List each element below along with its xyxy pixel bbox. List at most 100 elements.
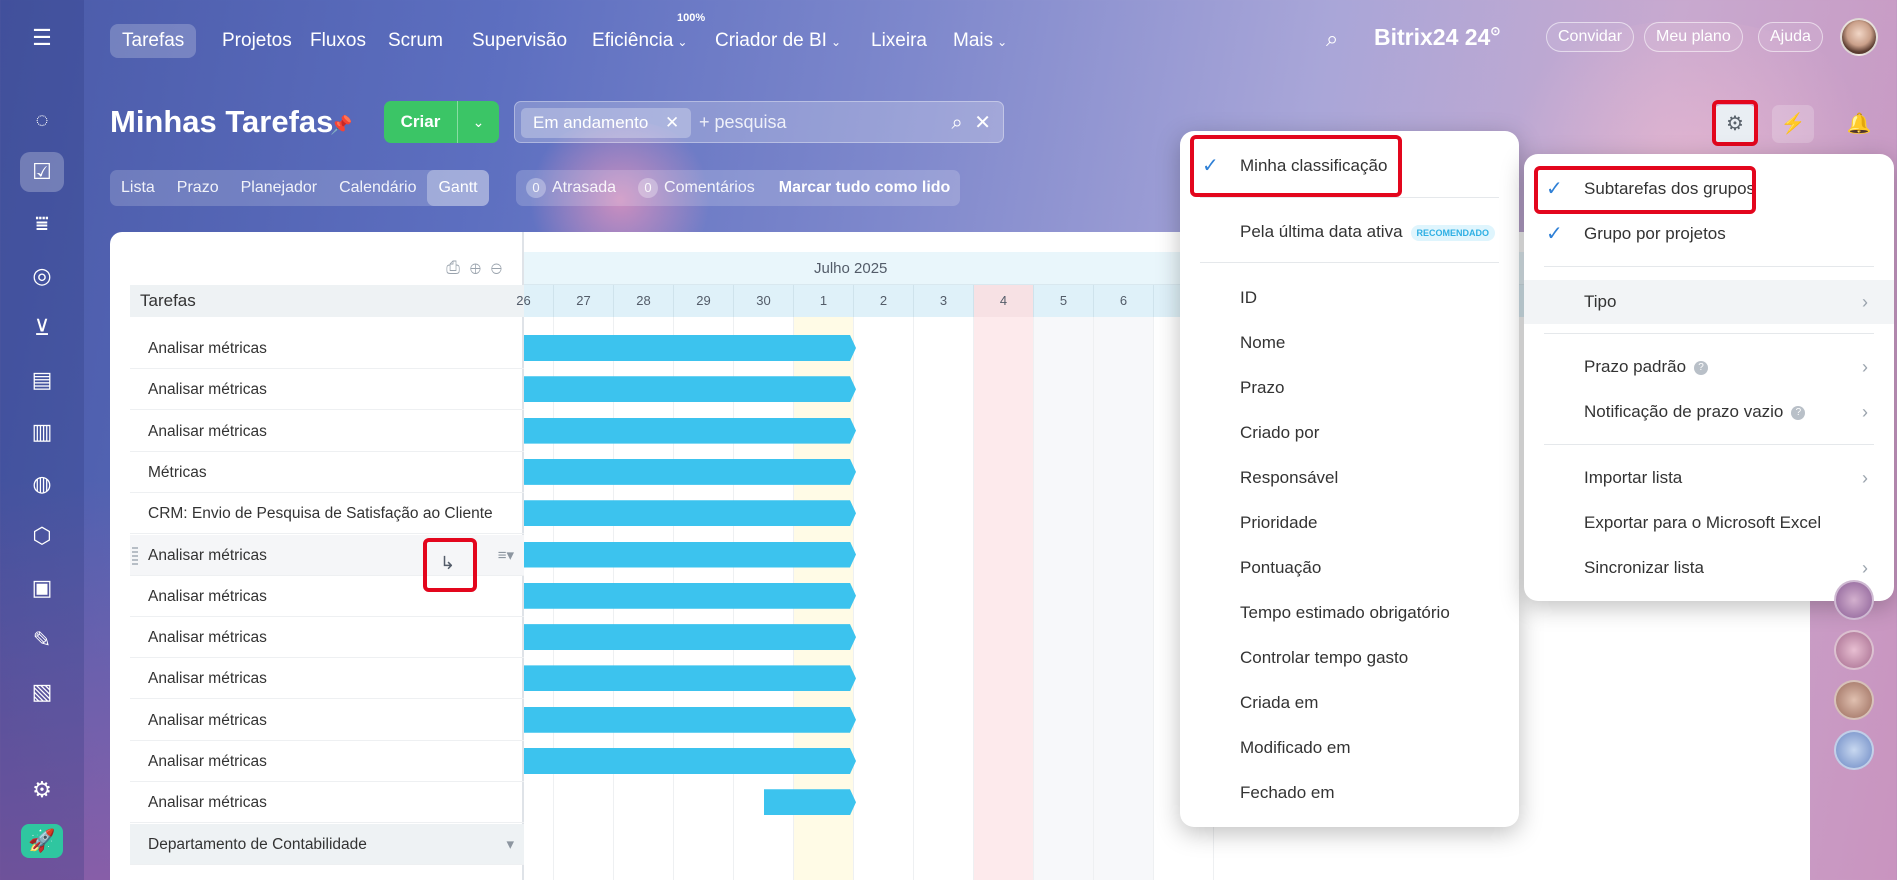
sort-option[interactable]: ID: [1180, 278, 1519, 318]
settings-option[interactable]: ✓ Grupo por projetos: [1524, 214, 1894, 254]
sort-option-label[interactable]: Tempo estimado obrigatório: [1240, 603, 1450, 622]
sort-option-label[interactable]: Criada em: [1240, 693, 1318, 712]
plan-button[interactable]: Meu plano: [1644, 22, 1743, 52]
settings-option[interactable]: Tipo ›: [1524, 280, 1894, 324]
task-label[interactable]: Métricas: [148, 464, 207, 481]
nav-eficiencia[interactable]: Eficiência ⌄: [580, 24, 699, 58]
create-label[interactable]: Criar: [384, 101, 458, 143]
pin-icon[interactable]: 📌: [330, 115, 352, 136]
filter-chip[interactable]: Em andamento ✕: [521, 108, 692, 138]
settings-option-label[interactable]: Exportar para o Microsoft Excel: [1584, 513, 1821, 532]
sort-option-label[interactable]: Prioridade: [1240, 513, 1318, 532]
zoom-out-icon[interactable]: ⊖: [491, 258, 512, 277]
settings-option-label[interactable]: Grupo por projetos: [1584, 224, 1726, 243]
sort-option-label[interactable]: Pela última data ativa: [1240, 222, 1403, 241]
tab-gantt[interactable]: Gantt: [427, 170, 489, 206]
tasks-icon[interactable]: ☑: [20, 152, 64, 192]
rocket-icon[interactable]: 🚀: [21, 824, 63, 858]
task-label[interactable]: Analisar métricas: [148, 588, 267, 605]
bell-icon[interactable]: 🔔: [1838, 105, 1880, 143]
gantt-bar[interactable]: [524, 459, 856, 485]
gear-icon[interactable]: ⚙: [20, 770, 64, 810]
nav-scrum[interactable]: Scrum: [376, 24, 455, 58]
help-icon[interactable]: ?: [1694, 360, 1709, 375]
store-icon[interactable]: ▣: [20, 568, 64, 608]
settings-option[interactable]: Exportar para o Microsoft Excel: [1524, 503, 1894, 543]
gantt-bar[interactable]: [524, 376, 856, 402]
sort-option[interactable]: Criada em: [1180, 683, 1519, 723]
print-icon[interactable]: ⎙: [446, 258, 470, 277]
sort-option[interactable]: Pela última data ativa RECOMENDADO: [1180, 212, 1519, 252]
settings-option-label[interactable]: Importar lista: [1584, 468, 1682, 487]
nav-mais[interactable]: Mais ⌄: [941, 24, 1019, 58]
settings-option[interactable]: Importar lista ›: [1524, 458, 1894, 498]
task-label[interactable]: Analisar métricas: [148, 340, 267, 357]
funnel-icon[interactable]: ⩸: [20, 204, 64, 244]
sort-option-label[interactable]: Nome: [1240, 333, 1285, 352]
robot-icon[interactable]: ◍: [20, 464, 64, 504]
tab-planejador[interactable]: Planejador: [230, 170, 329, 206]
sort-option[interactable]: Prioridade: [1180, 503, 1519, 543]
task-label[interactable]: Analisar métricas: [148, 547, 267, 564]
hamburger-icon[interactable]: ☰: [20, 18, 64, 58]
task-row[interactable]: Analisar métricas: [130, 328, 524, 369]
help-icon[interactable]: ?: [1791, 405, 1806, 420]
overdue-label[interactable]: Atrasada: [552, 179, 616, 197]
search-bar[interactable]: Em andamento ✕ + pesquisa ⌕ ✕: [514, 101, 1004, 143]
task-label[interactable]: Analisar métricas: [148, 753, 267, 770]
sort-option[interactable]: Fechado em: [1180, 773, 1519, 813]
box-icon[interactable]: ⬡: [20, 516, 64, 556]
settings-option[interactable]: Prazo padrão? ›: [1524, 347, 1894, 387]
task-row[interactable]: CRM: Envio de Pesquisa de Satisfação ao …: [130, 493, 524, 535]
settings-option[interactable]: Notificação de prazo vazio? ›: [1524, 392, 1894, 432]
cart-icon[interactable]: ⊻: [20, 308, 64, 348]
task-label[interactable]: Analisar métricas: [148, 423, 267, 440]
sort-option-label[interactable]: Prazo: [1240, 378, 1284, 397]
search-icon[interactable]: ⌕: [951, 112, 962, 134]
task-row[interactable]: Analisar métricas: [130, 741, 524, 782]
gantt-bar[interactable]: [524, 665, 856, 691]
avatar[interactable]: [1840, 18, 1878, 56]
gantt-bar[interactable]: [524, 624, 856, 650]
avatar[interactable]: [1834, 580, 1874, 620]
sort-option-label[interactable]: Fechado em: [1240, 783, 1335, 802]
chevron-down-icon[interactable]: ⌄: [458, 101, 499, 143]
sort-option-label[interactable]: Pontuação: [1240, 558, 1321, 577]
nav-supervisao[interactable]: Supervisão: [460, 24, 579, 58]
gantt-bar[interactable]: [524, 500, 856, 526]
document-edit-icon[interactable]: ▧: [20, 672, 64, 712]
comments-label[interactable]: Comentários: [664, 179, 755, 197]
sort-option[interactable]: Tempo estimado obrigatório: [1180, 593, 1519, 633]
task-row[interactable]: Analisar métricas: [130, 617, 524, 659]
sort-option[interactable]: Modificado em: [1180, 728, 1519, 768]
mark-all-read-link[interactable]: Marcar tudo como lido: [779, 179, 951, 197]
sort-option-label[interactable]: Criado por: [1240, 423, 1319, 442]
avatar[interactable]: [1834, 680, 1874, 720]
task-row[interactable]: Analisar métricas: [130, 700, 524, 741]
nav-tarefas[interactable]: Tarefas: [110, 24, 197, 58]
close-icon[interactable]: ✕: [974, 112, 991, 134]
task-label[interactable]: Analisar métricas: [148, 629, 267, 646]
task-label[interactable]: Analisar métricas: [148, 381, 267, 398]
task-label[interactable]: CRM: Envio de Pesquisa de Satisfação ao …: [148, 505, 493, 522]
gantt-bar[interactable]: [524, 418, 856, 444]
tab-prazo[interactable]: Prazo: [166, 170, 230, 206]
sort-option[interactable]: Prazo: [1180, 368, 1519, 408]
contact-card-icon[interactable]: ▤: [20, 360, 64, 400]
task-label[interactable]: Departamento de Contabilidade: [148, 836, 367, 853]
task-row[interactable]: Analisar métricas: [130, 411, 524, 452]
tab-lista[interactable]: Lista: [110, 170, 166, 206]
gantt-bar[interactable]: [524, 583, 856, 609]
sort-option[interactable]: Pontuação: [1180, 548, 1519, 588]
gantt-bar[interactable]: [764, 789, 856, 815]
nav-fluxos[interactable]: Fluxos: [298, 24, 378, 58]
avatar[interactable]: [1834, 630, 1874, 670]
nav-criador-bi[interactable]: Criador de BI ⌄: [703, 24, 853, 58]
sort-option[interactable]: Criado por: [1180, 413, 1519, 453]
settings-option-label[interactable]: Tipo: [1584, 292, 1616, 311]
subtask-icon[interactable]: ↳: [440, 553, 455, 574]
lightning-icon[interactable]: ⚡: [1772, 105, 1814, 143]
sort-option[interactable]: Controlar tempo gasto: [1180, 638, 1519, 678]
sort-option[interactable]: Nome: [1180, 323, 1519, 363]
task-row[interactable]: Métricas: [130, 452, 524, 493]
